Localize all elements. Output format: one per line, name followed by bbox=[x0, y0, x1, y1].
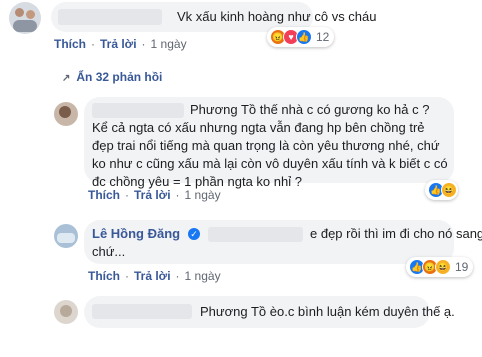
like-link[interactable]: Thích bbox=[88, 188, 120, 202]
reaction-summary[interactable]: 👍 😆 bbox=[425, 180, 458, 200]
reply-text-continued: chứ... bbox=[92, 244, 126, 259]
avatar[interactable] bbox=[54, 102, 78, 126]
comment-text: Vk xấu kinh hoàng như cô vs cháu bbox=[177, 9, 377, 24]
avatar[interactable] bbox=[9, 2, 41, 34]
like-link[interactable]: Thích bbox=[54, 37, 86, 51]
hide-replies-link[interactable]: ↗ Ẩn 32 phản hồi bbox=[62, 70, 162, 84]
hide-replies-label: Ẩn 32 phản hồi bbox=[76, 70, 163, 84]
reply-link[interactable]: Trả lời bbox=[134, 188, 171, 202]
timestamp[interactable]: 1 ngày bbox=[185, 188, 221, 202]
haha-reaction-icon: 😆 bbox=[441, 182, 457, 198]
avatar[interactable] bbox=[54, 300, 78, 324]
reply-text: Phương Tồ èo.c bình luận kém duyên thế ạ… bbox=[200, 304, 455, 319]
reply-bubble: Phương Tồ èo.c bình luận kém duyên thế ạ… bbox=[84, 296, 455, 328]
verified-badge-icon: ✓ bbox=[188, 228, 200, 240]
redacted-name bbox=[208, 227, 303, 242]
like-reaction-icon: 👍 bbox=[296, 29, 312, 45]
collapse-arrow-icon: ↗ bbox=[62, 73, 71, 84]
reply-bubble: Lê Hồng Đăng ✓ e đẹp rồi thì im đi cho n… bbox=[84, 220, 482, 264]
reaction-count: 12 bbox=[316, 30, 330, 44]
reply-link[interactable]: Trả lời bbox=[100, 37, 137, 51]
haha-reaction-icon: 😆 bbox=[435, 259, 451, 275]
reply-bubble: Phương Tồ thế nhà c có gương ko hả c ? K… bbox=[84, 97, 454, 189]
timestamp[interactable]: 1 ngày bbox=[151, 37, 187, 51]
reaction-summary[interactable]: 👍 😠 😆 19 bbox=[406, 257, 474, 277]
redacted-name bbox=[92, 304, 192, 319]
reply-text: Phương Tồ thế nhà c có gương ko hả c ? K… bbox=[92, 102, 448, 189]
avatar[interactable] bbox=[54, 224, 78, 248]
reply-link[interactable]: Trả lời bbox=[134, 269, 171, 283]
author-name[interactable]: Lê Hồng Đăng bbox=[92, 225, 180, 243]
timestamp[interactable]: 1 ngày bbox=[185, 269, 221, 283]
reaction-count: 19 bbox=[455, 260, 469, 274]
redacted-name bbox=[58, 9, 162, 25]
reaction-summary[interactable]: 😠 ♥ 👍 12 bbox=[267, 27, 335, 47]
reply-text: e đẹp rồi thì im đi cho nó sang bbox=[310, 226, 482, 241]
like-link[interactable]: Thích bbox=[88, 269, 120, 283]
